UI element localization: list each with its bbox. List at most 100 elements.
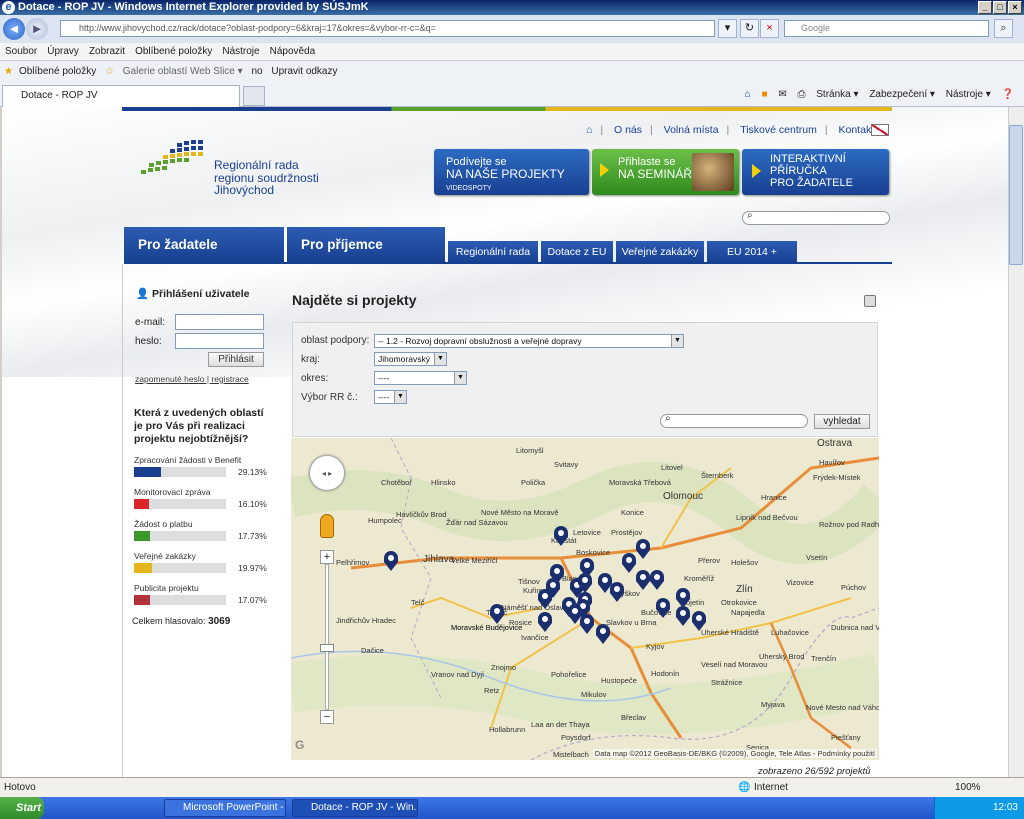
maximize-button[interactable]: □ xyxy=(993,1,1007,14)
zoom-slider-handle[interactable] xyxy=(320,644,334,652)
poll-item[interactable]: Veřejné zakázky 19.97% xyxy=(134,551,274,583)
banner-seminar[interactable]: Přihlaste se NA SEMINÁŘ xyxy=(592,149,739,195)
register-link[interactable]: registrace xyxy=(211,374,248,384)
zoom-level[interactable]: 100% xyxy=(955,778,981,797)
street-view-icon[interactable] xyxy=(320,514,334,538)
forward-button[interactable]: ► xyxy=(26,18,48,40)
browser-tab-active[interactable]: Dotace - ROP JV xyxy=(2,85,240,107)
site-search-input[interactable]: ⌕ xyxy=(742,210,890,225)
menu-nastroje[interactable]: Nástroje xyxy=(217,43,264,60)
add-favorite-icon[interactable]: ☆ xyxy=(105,66,114,77)
nav-verejne-zakazky[interactable]: Veřejné zakázky xyxy=(616,241,704,263)
link-tiskove-centrum[interactable]: Tiskové centrum xyxy=(740,124,817,136)
okres-select[interactable]: ---- ▼ xyxy=(374,371,467,385)
address-bar[interactable]: http://www.jihovychod.cz/rack/dotace?obl… xyxy=(60,20,715,37)
map-place-label: Ostrava xyxy=(817,438,853,449)
new-tab-button[interactable] xyxy=(243,86,265,106)
print-icon[interactable]: ⎙ xyxy=(797,89,805,100)
scrollbar-thumb[interactable] xyxy=(1009,125,1023,265)
poll-item[interactable]: Publicita projektu 17.07% xyxy=(134,583,274,615)
fav-item-upravit-odkazy[interactable]: Upravit odkazy xyxy=(271,66,337,77)
map-place-label: Havířov xyxy=(819,458,845,467)
map-place-label: Púchov xyxy=(841,583,867,592)
poll-item-label: Publicita projektu xyxy=(134,583,199,593)
stop-icon[interactable]: × xyxy=(760,19,779,38)
address-dropdown-icon[interactable]: ▾ xyxy=(718,19,737,38)
poll-item[interactable]: Žádost o platbu 17.73% xyxy=(134,519,274,551)
ie-icon: e xyxy=(2,1,15,14)
task-ie[interactable]: Dotace - ROP JV - Win... xyxy=(292,799,418,817)
search-icon[interactable]: ⌕ xyxy=(994,19,1013,38)
zoom-out-button[interactable]: − xyxy=(320,710,334,724)
print-page-icon[interactable] xyxy=(864,295,876,307)
cmd-zabezpeceni[interactable]: Zabezpečení ▾ xyxy=(869,89,935,100)
zoom-slider[interactable] xyxy=(325,564,329,710)
close-window-button[interactable]: × xyxy=(1008,1,1022,14)
poll-item[interactable]: Zpracování žádosti v Benefit 29.13% xyxy=(134,455,274,487)
password-field[interactable] xyxy=(175,333,264,349)
search-button[interactable]: vyhledat xyxy=(814,414,870,429)
forgot-password-link[interactable]: zapomenuté heslo xyxy=(135,374,204,384)
fav-item-galerie[interactable]: Galerie oblastí Web Slice ▾ xyxy=(123,66,243,77)
task-powerpoint[interactable]: Microsoft PowerPoint - [... xyxy=(164,799,286,817)
login-button[interactable]: Přihlásit xyxy=(208,352,264,367)
seminar-photo xyxy=(692,153,734,191)
poll-bar-fill xyxy=(134,467,161,477)
oblast-label: oblast podpory: xyxy=(301,335,370,346)
poll-bar xyxy=(134,467,226,477)
menu-oblibene[interactable]: Oblíbené položky xyxy=(130,43,217,60)
projects-map[interactable]: Ostrava Havířov Frýdek-Místek Olomouc Prostě… xyxy=(291,438,879,760)
map-pan-control[interactable]: ◂ ▸ xyxy=(309,455,345,491)
banner-prirucka[interactable]: INTERAKTIVNÍ PŘÍRUČKA PRO ŽADATELE xyxy=(742,149,889,195)
start-button[interactable]: Start xyxy=(0,797,44,819)
menu-upravy[interactable]: Úpravy xyxy=(42,43,84,60)
back-button[interactable]: ◄ xyxy=(3,18,25,40)
poll-item[interactable]: Monitorovací zpráva 16.10% xyxy=(134,487,274,519)
poll-item-label: Monitorovací zpráva xyxy=(134,487,211,497)
logo-text: Regionální rada regionu soudržnosti Jihový… xyxy=(214,158,319,197)
nav-regionalni-rada[interactable]: Regionální rada xyxy=(448,241,538,263)
refresh-icon[interactable]: ↻ xyxy=(740,19,759,38)
email-field[interactable] xyxy=(175,314,264,330)
menu-soubor[interactable]: Soubor xyxy=(0,43,42,60)
kraj-select[interactable]: Jihomoravský ▼ xyxy=(374,352,447,366)
kraj-label: kraj: xyxy=(301,354,320,365)
zone-text: Internet xyxy=(754,782,788,793)
map-place-label: Polička xyxy=(521,478,546,487)
oblast-select[interactable]: -- 1.2 - Rozvoj dopravní obslužnosti a v… xyxy=(374,334,684,348)
home-icon[interactable]: ⌂ xyxy=(745,89,751,100)
banner-projekty[interactable]: Podívejte se NA NAŠE PROJEKTY VIDEOSPOTY xyxy=(434,149,589,195)
nav-eu-2014[interactable]: EU 2014 + xyxy=(707,241,797,263)
map-place-label: Zlín xyxy=(736,584,753,595)
help-icon[interactable]: ❓ xyxy=(1002,89,1014,100)
play-icon xyxy=(752,164,761,178)
menu-napoveda[interactable]: Nápověda xyxy=(265,43,321,60)
link-kontakt[interactable]: Kontakt xyxy=(839,124,875,136)
zoom-in-button[interactable]: + xyxy=(320,550,334,564)
link-volna-mista[interactable]: Volná místa xyxy=(664,124,719,136)
top-links: ⌂ | O nás | Volná místa | Tiskové centrum | … xyxy=(586,124,875,136)
map-place-label: Kyjov xyxy=(646,642,665,651)
map-place-label: Dačice xyxy=(361,646,384,655)
cmd-nastroje[interactable]: Nástroje ▾ xyxy=(946,89,991,100)
link-o-nas[interactable]: O nás xyxy=(614,124,642,136)
globe-icon: 🌐 xyxy=(738,782,751,793)
nav-pro-prijemce[interactable]: Pro příjemce xyxy=(287,227,445,263)
vybor-select[interactable]: ---- ▼ xyxy=(374,390,407,404)
nav-dotace-z-eu[interactable]: Dotace z EU xyxy=(541,241,613,263)
home-link-icon[interactable]: ⌂ xyxy=(586,124,592,136)
fav-item-no[interactable]: no xyxy=(251,66,262,77)
mail-icon[interactable]: ✉ xyxy=(778,89,786,100)
star-icon[interactable]: ★ xyxy=(4,66,13,77)
map-place-label: Hranice xyxy=(761,493,787,502)
web-search-input[interactable]: Google xyxy=(784,20,989,37)
project-search-input[interactable]: ⌕ xyxy=(660,413,808,428)
favorites-button[interactable]: Oblíbené položky xyxy=(19,66,96,77)
minimize-button[interactable]: _ xyxy=(978,1,992,14)
cmd-stranka[interactable]: Stránka ▾ xyxy=(816,89,858,100)
menu-zobrazit[interactable]: Zobrazit xyxy=(84,43,130,60)
map-place-label: Vsetín xyxy=(806,553,828,562)
rss-icon[interactable]: ■ xyxy=(761,89,767,100)
nav-pro-zadatele[interactable]: Pro žadatele xyxy=(124,227,284,263)
english-flag-icon[interactable] xyxy=(871,124,889,136)
